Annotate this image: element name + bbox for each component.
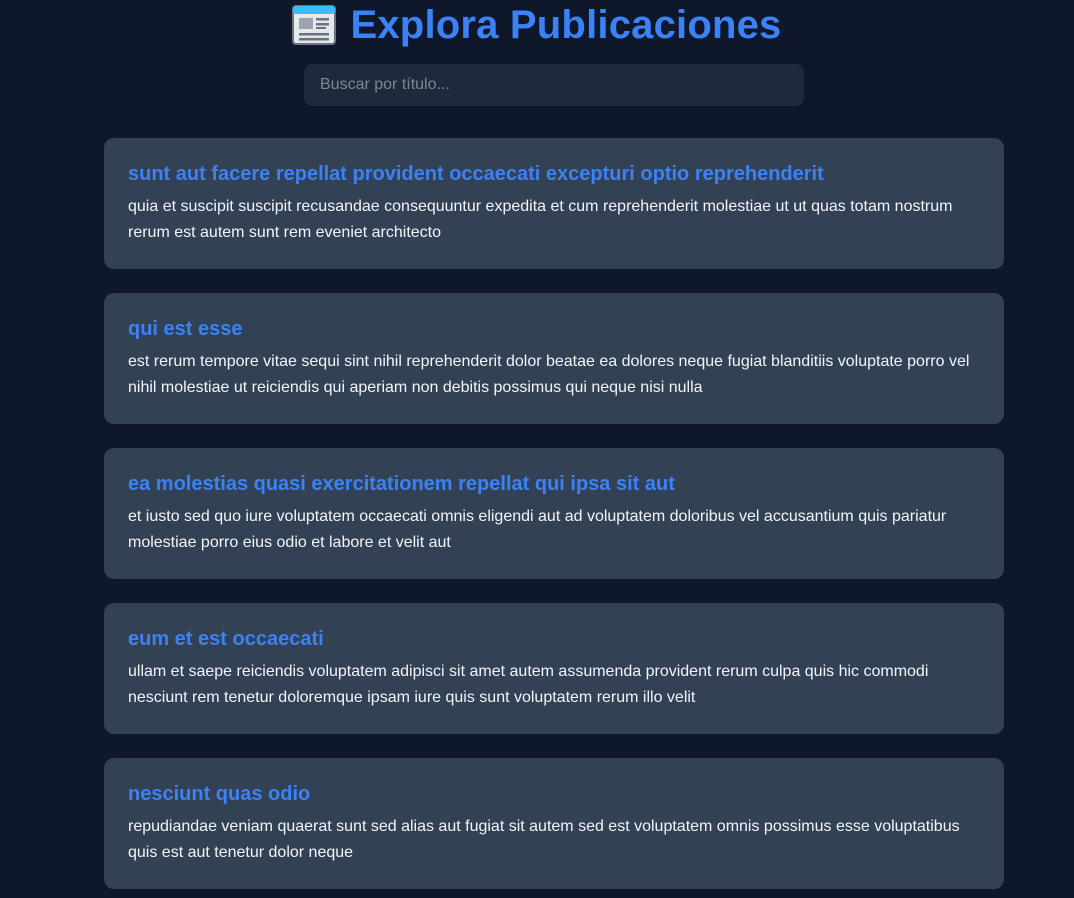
page: Explora Publicaciones sunt aut facere re… [0, 0, 1074, 898]
post-title[interactable]: sunt aut facere repellat provident occae… [128, 162, 980, 186]
page-header: Explora Publicaciones [0, 0, 1074, 50]
post-body: et iusto sed quo iure voluptatem occaeca… [128, 508, 947, 551]
post-title[interactable]: qui est esse [128, 317, 980, 341]
search-input[interactable] [304, 64, 804, 106]
post-title[interactable]: nesciunt quas odio [128, 782, 980, 806]
newspaper-icon [292, 5, 337, 45]
post-body: quia et suscipit suscipit recusandae con… [128, 198, 953, 241]
post-body: est rerum tempore vitae sequi sint nihil… [128, 353, 970, 396]
post-card[interactable]: sunt aut facere repellat provident occae… [104, 138, 1004, 269]
post-card[interactable]: ea molestias quasi exercitationem repell… [104, 448, 1004, 579]
post-card[interactable]: nesciunt quas odio repudiandae veniam qu… [104, 758, 1004, 889]
page-title: Explora Publicaciones [350, 2, 782, 47]
post-body: ullam et saepe reiciendis voluptatem adi… [128, 663, 929, 706]
post-body: repudiandae veniam quaerat sunt sed alia… [128, 818, 960, 861]
post-card[interactable]: qui est esse est rerum tempore vitae seq… [104, 293, 1004, 424]
post-title[interactable]: ea molestias quasi exercitationem repell… [128, 472, 980, 496]
post-card[interactable]: eum et est occaecati ullam et saepe reic… [104, 603, 1004, 734]
post-list: sunt aut facere repellat provident occae… [104, 138, 1004, 898]
search-container [304, 64, 804, 106]
post-title[interactable]: eum et est occaecati [128, 627, 980, 651]
